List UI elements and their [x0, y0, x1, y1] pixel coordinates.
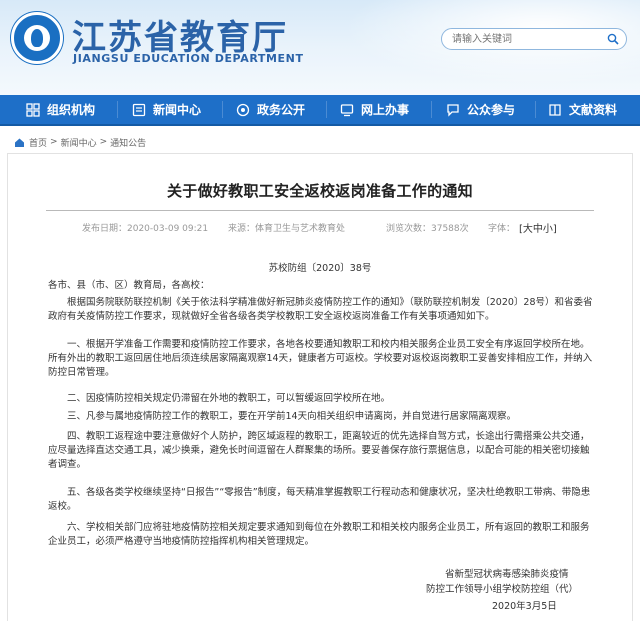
nav-label: 组织机构 — [47, 103, 96, 117]
nav-label: 新闻中心 — [153, 103, 202, 117]
font-size-label: 字体： — [488, 224, 516, 234]
nav-divider — [535, 101, 536, 118]
gov-icon — [236, 103, 250, 116]
font-size-small[interactable]: 小 — [543, 224, 553, 235]
nav-label: 文献资料 — [569, 103, 618, 117]
paragraph-intro: 根据国务院联防联控机制《关于依法科学精准做好新冠肺炎疫情防控工作的通知》（联防联… — [48, 297, 593, 322]
main-nav: 组织机构 新闻中心 政务公开 网上办事 公众参与 文献资料 — [0, 95, 640, 126]
paragraph-6: 六、学校相关部门应将驻地疫情防控相关规定要求通知到每位在外教职工和相关校内服务企… — [48, 522, 590, 547]
nav-divider — [117, 101, 118, 118]
org-icon — [26, 102, 40, 117]
nav-item-news[interactable]: 新闻中心 — [132, 95, 201, 124]
search-icon[interactable] — [607, 33, 619, 45]
nav-divider — [326, 101, 327, 118]
publish-date: 发布日期：2020-03-09 09:21 — [82, 224, 209, 234]
article-title: 关于做好教职工安全返校返岗准备工作的通知 — [166, 182, 473, 200]
view-count: 浏览次数：37588次 — [386, 224, 469, 234]
document-number: 苏校防组〔2020〕38号 — [268, 263, 372, 274]
paragraph-3: 三、凡参与属地疫情防控工作的教职工，要在开学前14天向相关组织申请离岗，并自觉进… — [67, 411, 517, 422]
breadcrumb-home[interactable]: 首页 — [29, 136, 47, 149]
nav-item-gov[interactable]: 政务公开 — [236, 95, 305, 124]
signature-date: 2020年3月5日 — [492, 601, 557, 612]
font-size-large[interactable]: 大 — [523, 224, 533, 235]
title-divider — [46, 210, 594, 211]
breadcrumb-notices[interactable]: 通知公告 — [110, 136, 146, 149]
site-header: 江苏省教育厅 JIANGSU EDUCATION DEPARTMENT — [0, 0, 640, 95]
site-logo[interactable] — [11, 12, 63, 64]
paragraph-4: 四、教职工返程途中要注意做好个人防护，跨区域返程的教职工，距离较近的优先选择自驾… — [48, 431, 590, 470]
service-icon — [340, 103, 354, 116]
breadcrumb-separator: > — [99, 137, 108, 147]
breadcrumb-news[interactable]: 新闻中心 — [61, 136, 97, 149]
signature-line-1: 省新型冠状病毒感染肺炎疫情 — [445, 569, 569, 580]
nav-item-public[interactable]: 公众参与 — [446, 95, 515, 124]
paragraph-2: 二、因疫情防控相关规定仍滞留在外地的教职工，可以暂缓返回学校所在地。 — [67, 393, 391, 404]
nav-item-org[interactable]: 组织机构 — [26, 95, 95, 124]
salutation: 各市、县（市、区）教育局，各高校： — [48, 280, 210, 291]
search-box[interactable] — [441, 28, 627, 50]
signature-line-2: 防控工作领导小组学校防控组（代） — [426, 584, 579, 595]
nav-label: 公众参与 — [467, 103, 516, 117]
breadcrumb: 首页 > 新闻中心 > 通知公告 — [14, 135, 146, 149]
nav-item-service[interactable]: 网上办事 — [340, 95, 409, 124]
nav-divider — [222, 101, 223, 118]
font-size-medium[interactable]: 中 — [533, 224, 543, 235]
nav-item-docs[interactable]: 文献资料 — [548, 95, 617, 124]
breadcrumb-separator: > — [50, 137, 58, 147]
nav-divider — [431, 101, 432, 118]
nav-label: 网上办事 — [361, 103, 410, 117]
home-icon — [15, 138, 24, 147]
news-icon — [132, 103, 146, 116]
nav-label: 政务公开 — [257, 103, 306, 117]
logo-emblem-icon — [31, 29, 43, 47]
paragraph-1: 一、根据开学准备工作需要和疫情防控工作要求，各地各校要通知教职工和校内相关服务企… — [48, 339, 593, 378]
docs-icon — [549, 103, 561, 116]
article-source: 来源：体育卫生与艺术教育处 — [228, 224, 346, 234]
search-input[interactable] — [452, 32, 602, 47]
font-size-switcher: [大中小] — [519, 224, 557, 235]
site-subtitle: JIANGSU EDUCATION DEPARTMENT — [73, 52, 304, 65]
article-meta: 发布日期：2020-03-09 09:21 来源：体育卫生与艺术教育处 浏览次数… — [60, 218, 590, 235]
paragraph-5: 五、各级各类学校继续坚持“日报告”“零报告”制度，每天精准掌握教职工行程动态和健… — [48, 487, 591, 512]
public-icon — [447, 103, 459, 117]
